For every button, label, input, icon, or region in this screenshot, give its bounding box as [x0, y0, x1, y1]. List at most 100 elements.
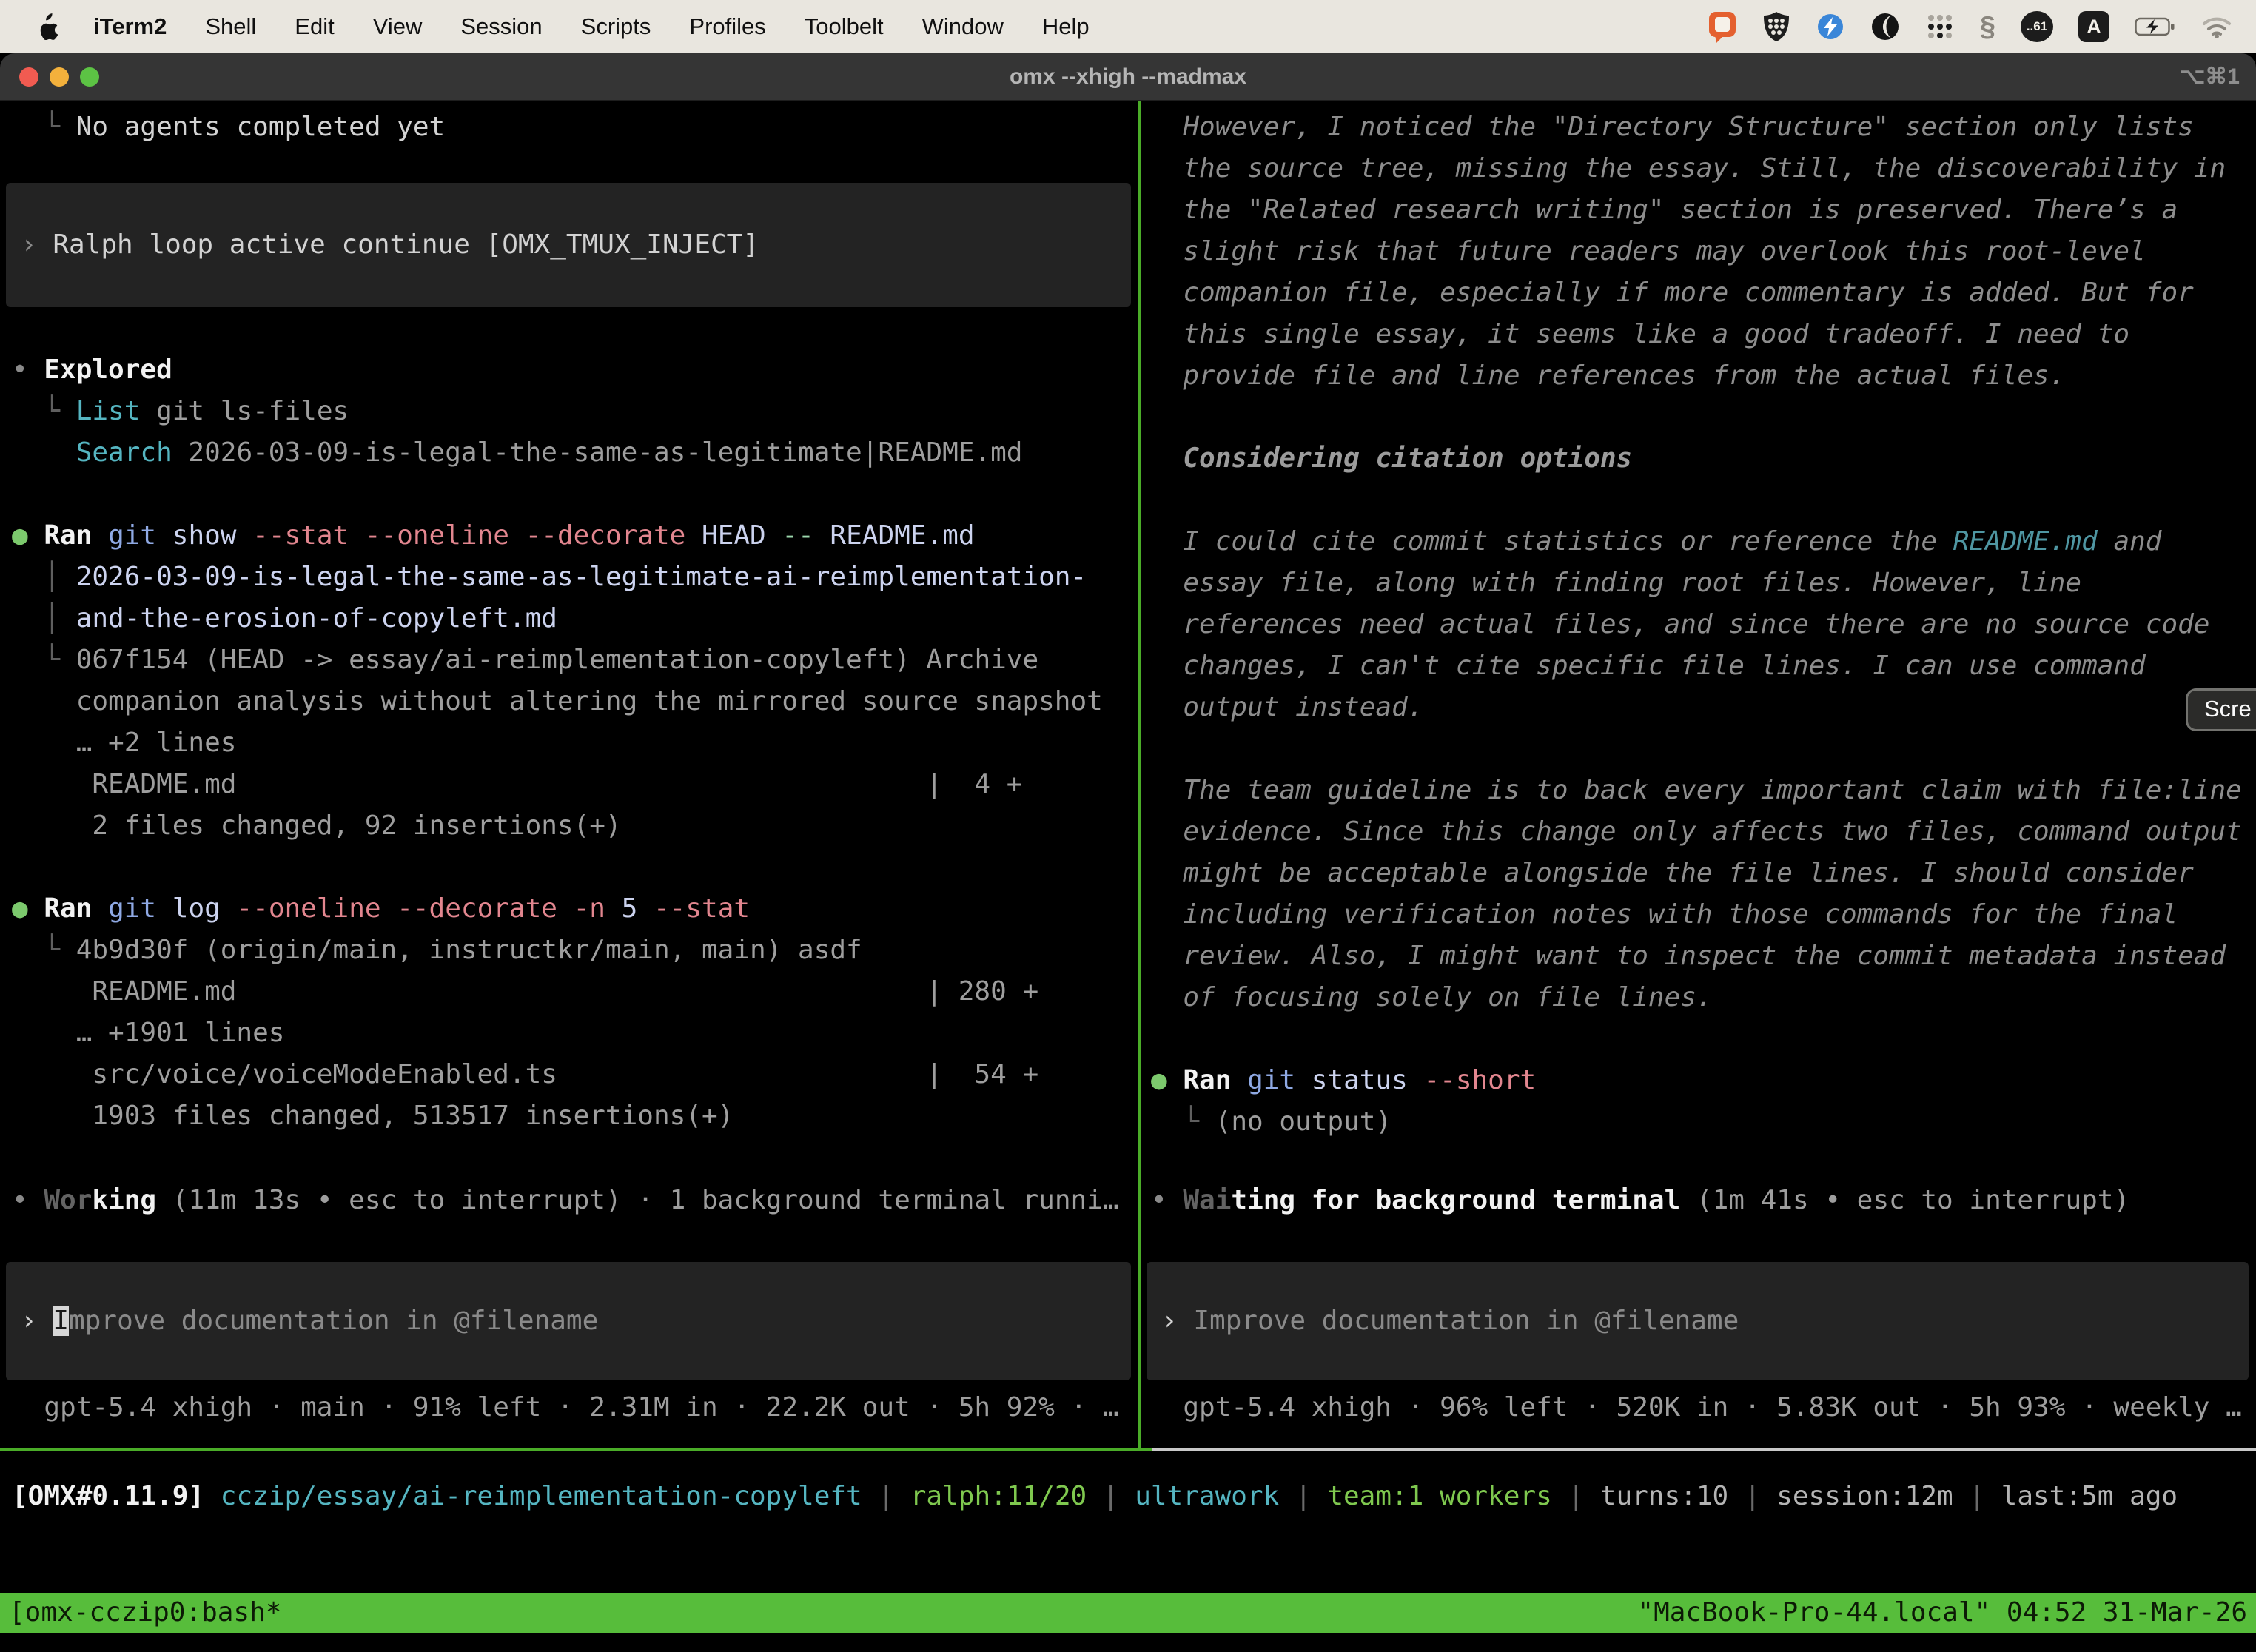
reasoning-p1-l6: this single essay, it seems like a good …: [1151, 314, 2256, 355]
no-output-line: └ (no output): [1151, 1101, 2256, 1143]
window-title-bar[interactable]: omx --xhigh --madmax ⌥⌘1: [0, 53, 2256, 101]
waiting-status: • Waiting for background terminal (1m 41…: [1151, 1180, 2256, 1221]
apple-logo-icon[interactable]: [37, 13, 59, 40]
chat-badge-icon[interactable]: [1708, 10, 1737, 43]
menu-item-iterm2[interactable]: iTerm2: [93, 13, 167, 40]
pane-divider[interactable]: [1138, 101, 1141, 1448]
spacer: [1151, 1018, 2256, 1060]
spacer: [12, 148, 1138, 183]
spacer: [1151, 397, 2256, 438]
battery-icon[interactable]: [2135, 16, 2176, 37]
commit-line-wrap: companion analysis without altering the …: [12, 681, 1138, 722]
macos-menu-bar: iTerm2 Shell Edit View Session Scripts P…: [0, 0, 2256, 53]
wifi-icon[interactable]: [2201, 15, 2232, 38]
working-status: • Working (11m 13s • esc to interrupt) ·…: [12, 1180, 1138, 1221]
menu-item-view[interactable]: View: [373, 13, 423, 40]
reasoning-p1-l4: slight risk that future readers may over…: [1151, 231, 2256, 272]
spacer: [12, 307, 1138, 349]
window-shortcut-badge: ⌥⌘1: [2180, 64, 2240, 90]
command-input-left[interactable]: › Improve documentation in @filename: [6, 1262, 1131, 1380]
zoom-button[interactable]: [80, 67, 99, 87]
reasoning-p3-l2: evidence. Since this change only affects…: [1151, 811, 2256, 853]
screen-share-popup: Scre: [2186, 688, 2256, 731]
menu-items: iTerm2 Shell Edit View Session Scripts P…: [93, 13, 1090, 40]
reasoning-p3-l3: might be acceptable alongside the file l…: [1151, 853, 2256, 894]
log-stat-readme: README.md | 280 +: [12, 971, 1138, 1013]
traffic-lights: [19, 53, 99, 101]
crescent-icon[interactable]: [1870, 12, 1900, 41]
keyboard-layout-icon[interactable]: A: [2078, 11, 2109, 42]
spacer: [1151, 1380, 2256, 1387]
reasoning-p2-l4: changes, I can't cite specific file line…: [1151, 645, 2256, 687]
ralph-inject-prompt[interactable]: › Ralph loop active continue [OMX_TMUX_I…: [6, 183, 1131, 307]
session-stats-right: gpt-5.4 xhigh · 96% left · 520K in · 5.8…: [1151, 1387, 2256, 1428]
tmux-session-label: [omx-cczip0:bash*: [9, 1593, 281, 1633]
input-text: › Ralph loop active continue [OMX_TMUX_I…: [21, 224, 759, 266]
keypad-shield-icon[interactable]: [1762, 10, 1790, 43]
reasoning-p1-l5: companion file, especially if more comme…: [1151, 272, 2256, 314]
menu-status-icons: § ..61 A: [1708, 10, 2232, 43]
right-pane[interactable]: However, I noticed the "Directory Struct…: [1141, 101, 2256, 1448]
spacer: [1151, 1143, 2256, 1180]
menu-item-profiles[interactable]: Profiles: [689, 13, 765, 40]
menu-item-scripts[interactable]: Scripts: [581, 13, 651, 40]
spacer: [12, 474, 1138, 515]
reasoning-heading: Considering citation options: [1151, 438, 2256, 480]
explored-header: • Explored: [12, 349, 1138, 391]
reasoning-p1-l2: the source tree, missing the essay. Stil…: [1151, 148, 2256, 189]
menu-item-edit[interactable]: Edit: [295, 13, 334, 40]
ran-git-show: ● Ran git show --stat --oneline --decora…: [12, 515, 1138, 557]
menu-item-session[interactable]: Session: [460, 13, 542, 40]
reasoning-p3-l5: review. Also, I might want to inspect th…: [1151, 936, 2256, 977]
reasoning-p3-l6: of focusing solely on file lines.: [1151, 977, 2256, 1018]
log-more-lines: … +1901 lines: [12, 1013, 1138, 1054]
spacer: [1151, 480, 2256, 521]
close-button[interactable]: [19, 67, 38, 87]
menu-item-shell[interactable]: Shell: [205, 13, 256, 40]
bottom-zone: [OMX#0.11.9] cczip/essay/ai-reimplementa…: [0, 1451, 2256, 1652]
reasoning-p2-l1: I could cite commit statistics or refere…: [1151, 521, 2256, 563]
menu-item-help[interactable]: Help: [1042, 13, 1090, 40]
reasoning-p3-l4: including verification notes with those …: [1151, 894, 2256, 936]
spacer: [1151, 1221, 2256, 1262]
more-lines: … +2 lines: [12, 722, 1138, 764]
omx-status-bar: [OMX#0.11.9] cczip/essay/ai-reimplementa…: [12, 1476, 2178, 1517]
terminal-panes: └ No agents completed yet › Ralph loop ac…: [0, 101, 2256, 1448]
spacer: [12, 1380, 1138, 1387]
input-text: › Improve documentation in @filename: [1161, 1300, 1739, 1342]
reasoning-p3-l1: The team guideline is to back every impo…: [1151, 770, 2256, 811]
iterm-window: omx --xhigh --madmax ⌥⌘1 └ No agents com…: [0, 53, 2256, 1652]
stat-summary: 2 files changed, 92 insertions(+): [12, 805, 1138, 847]
tmux-host-clock: "MacBook-Pro-44.local" 04:52 31-Mar-26: [1637, 1593, 2247, 1633]
ran-git-show-wrap2: │ and-the-erosion-of-copyleft.md: [12, 598, 1138, 639]
reasoning-p2-l3: references need actual files, and since …: [1151, 604, 2256, 645]
reasoning-p1-l1: However, I noticed the "Directory Struct…: [1151, 107, 2256, 148]
log-stat-summary: 1903 files changed, 513517 insertions(+): [12, 1095, 1138, 1137]
tmux-status-bar: [omx-cczip0:bash* "MacBook-Pro-44.local"…: [0, 1593, 2256, 1633]
command-input-right[interactable]: › Improve documentation in @filename: [1147, 1262, 2249, 1380]
log-stat-voice: src/voice/voiceModeEnabled.ts | 54 +: [12, 1054, 1138, 1095]
commit-line: └ 067f154 (HEAD -> essay/ai-reimplementa…: [12, 639, 1138, 681]
dots-grid-icon[interactable]: [1925, 12, 1955, 41]
badge-61-icon[interactable]: ..61: [2021, 11, 2053, 42]
spacer: [12, 847, 1138, 888]
reasoning-p2-l5: output instead.: [1151, 687, 2256, 728]
menu-item-toolbelt[interactable]: Toolbelt: [805, 13, 884, 40]
window-title: omx --xhigh --madmax: [1010, 64, 1246, 90]
explored-search: Search 2026-03-09-is-legal-the-same-as-l…: [12, 432, 1138, 474]
reasoning-p1-l3: the "Related research writing" section i…: [1151, 189, 2256, 231]
session-stats-left: gpt-5.4 xhigh · main · 91% left · 2.31M …: [12, 1387, 1138, 1428]
spacer: [12, 1221, 1138, 1262]
log-commit: └ 4b9d30f (origin/main, instructkr/main,…: [12, 930, 1138, 971]
reasoning-p2-l2: essay file, along with finding root file…: [1151, 563, 2256, 604]
menu-item-window[interactable]: Window: [922, 13, 1004, 40]
hook-icon[interactable]: §: [1980, 11, 1995, 43]
no-agents-line: └ No agents completed yet: [12, 107, 1138, 148]
blue-bolt-icon[interactable]: [1816, 12, 1845, 41]
minimize-button[interactable]: [50, 67, 69, 87]
input-text: › Improve documentation in @filename: [21, 1300, 598, 1342]
left-pane[interactable]: └ No agents completed yet › Ralph loop ac…: [0, 101, 1138, 1448]
spacer: [1151, 728, 2256, 770]
stat-readme: README.md | 4 +: [12, 764, 1138, 805]
reasoning-p1-l7: provide file and line references from th…: [1151, 355, 2256, 397]
